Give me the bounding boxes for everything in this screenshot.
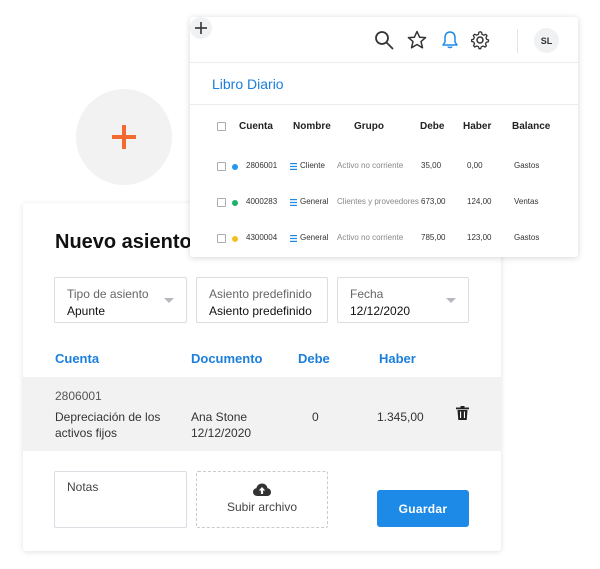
cell-haber: 124,00 [467, 197, 492, 206]
list-icon [290, 199, 297, 206]
date-select[interactable]: Fecha 12/12/2020 [337, 277, 469, 323]
field-label: Fecha [350, 287, 384, 301]
libro-diario-panel: SL Libro Diario Cuenta Nombre Grupo Debe… [190, 17, 578, 257]
table-row[interactable]: 4000283 General Clientes y proveedores 6… [190, 194, 578, 214]
cell-grupo: Activo no corriente [337, 161, 404, 170]
cell-haber: 123,00 [467, 233, 492, 242]
cell-grupo: Clientes y proveedores [337, 197, 419, 206]
trash-icon[interactable] [456, 406, 469, 420]
column-header-grupo: Grupo [354, 121, 384, 132]
save-button[interactable]: Guardar [377, 490, 469, 527]
document-name: Ana Stone [191, 410, 248, 424]
table-row: 2806001 Depreciación de los activos fijo… [23, 377, 501, 451]
cell-grupo: Activo no corriente [337, 233, 404, 242]
plus-icon [112, 125, 136, 149]
document-date: 12/12/2020 [191, 426, 252, 440]
cell-nombre: Cliente [300, 161, 325, 170]
divider [190, 104, 578, 105]
search-icon[interactable] [374, 30, 394, 50]
haber-value: 1.345,00 [377, 410, 424, 424]
cell-nombre: General [300, 233, 329, 242]
list-icon [290, 235, 297, 242]
plus-icon [195, 22, 207, 34]
chevron-down-icon [446, 298, 456, 303]
description-line-2: activos fijos [55, 426, 118, 440]
toolbar-divider [517, 29, 518, 53]
cell-haber: 0,00 [467, 161, 483, 170]
field-value: Apunte [67, 304, 106, 318]
entry-type-select[interactable]: Tipo de asiento Apunte [54, 277, 187, 323]
cell-balance: Gastos [514, 161, 540, 170]
add-button[interactable] [190, 17, 212, 39]
account-number: 2806001 [55, 389, 102, 403]
cell-debe: 35,00 [421, 161, 442, 170]
add-entry-button[interactable] [76, 89, 172, 185]
cloud-upload-icon [253, 483, 271, 496]
row-checkbox[interactable] [217, 234, 226, 243]
row-checkbox[interactable] [217, 162, 226, 171]
cell-cuenta: 2806001 [246, 161, 278, 170]
star-icon[interactable] [407, 30, 427, 50]
field-value: 12/12/2020 [350, 304, 411, 318]
column-header-cuenta: Cuenta [239, 121, 273, 132]
predefined-entry-select[interactable]: Asiento predefinido Asiento predefinido [196, 277, 328, 323]
notes-field[interactable]: Notas [54, 471, 187, 528]
column-header-nombre: Nombre [293, 121, 331, 132]
cell-debe: 673,00 [421, 197, 446, 206]
debe-value: 0 [312, 410, 319, 424]
description-line-1: Depreciación de los [55, 410, 161, 424]
upload-file-dropzone[interactable]: Subir archivo [196, 471, 328, 528]
gear-icon[interactable] [470, 30, 490, 50]
select-all-checkbox[interactable] [217, 122, 226, 131]
toolbar: SL [190, 17, 578, 63]
status-dot [232, 236, 238, 242]
table-row[interactable]: 4300004 General Activo no corriente 785,… [190, 230, 578, 250]
field-label: Asiento predefinido [209, 287, 312, 301]
chevron-down-icon [164, 298, 174, 303]
column-header-debe: Debe [420, 121, 445, 132]
cell-balance: Ventas [514, 197, 539, 206]
bell-icon[interactable] [440, 30, 460, 50]
cell-balance: Gastos [514, 233, 540, 242]
notes-label: Notas [67, 480, 99, 494]
column-header-documento: Documento [191, 351, 263, 366]
cell-debe: 785,00 [421, 233, 446, 242]
cell-nombre: General [300, 197, 329, 206]
page-title: Nuevo asiento [55, 231, 192, 253]
column-header-haber: Haber [463, 121, 492, 132]
column-header-cuenta: Cuenta [55, 351, 100, 366]
field-label: Tipo de asiento [67, 287, 149, 301]
upload-label: Subir archivo [226, 500, 298, 514]
table-row[interactable]: 2806001 Cliente Activo no corriente 35,0… [190, 158, 578, 178]
column-header-balance: Balance [512, 121, 551, 132]
cell-cuenta: 4000283 [246, 197, 278, 206]
panel-title: Libro Diario [212, 76, 284, 92]
row-checkbox[interactable] [217, 198, 226, 207]
column-header-haber: Haber [379, 351, 416, 366]
column-header-debe: Debe [298, 351, 330, 366]
status-dot [232, 164, 238, 170]
avatar[interactable]: SL [534, 28, 559, 53]
status-dot [232, 200, 238, 206]
field-value: Asiento predefinido [209, 304, 312, 318]
cell-cuenta: 4300004 [246, 233, 278, 242]
list-icon [290, 163, 297, 170]
